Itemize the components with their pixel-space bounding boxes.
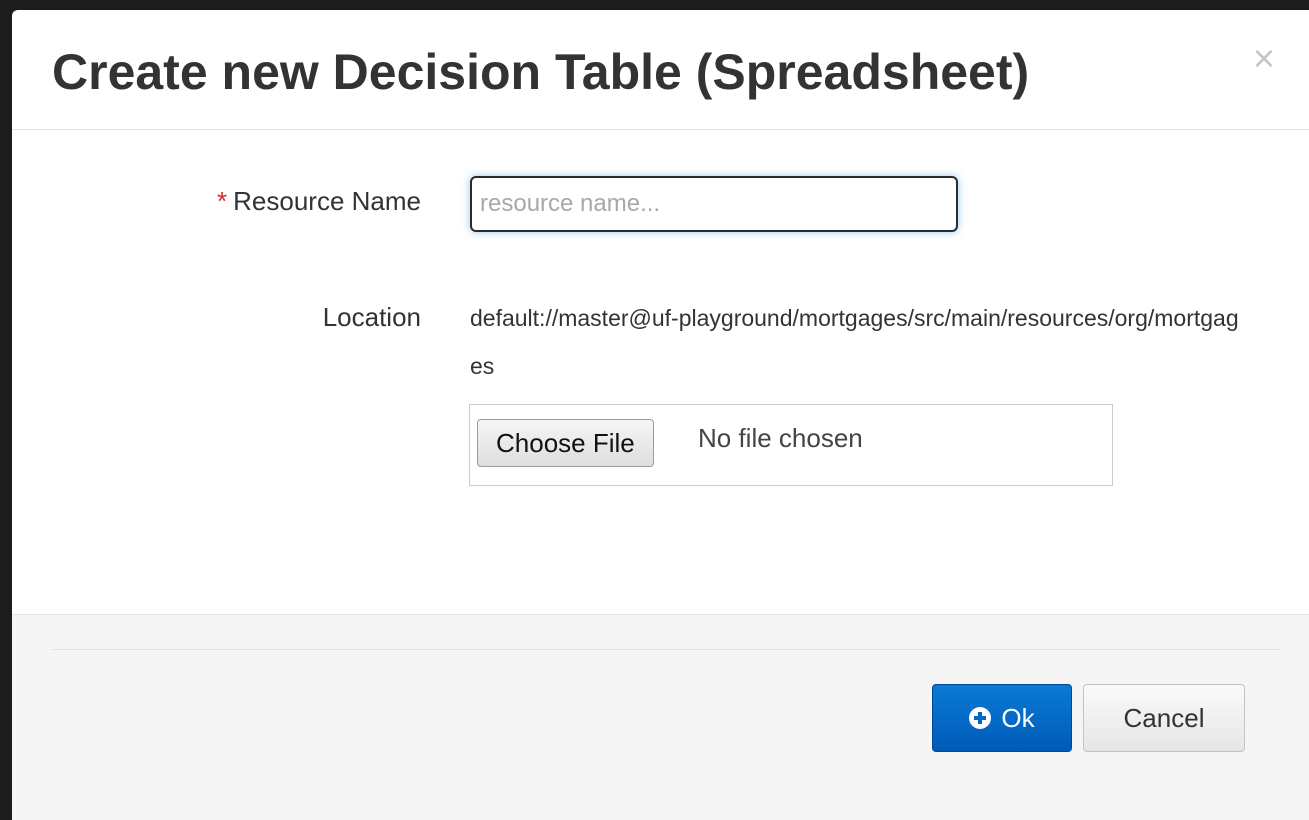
required-marker: * xyxy=(217,186,228,216)
location-label: Location xyxy=(322,302,421,332)
dialog-footer: Ok Cancel xyxy=(12,614,1309,820)
ok-button[interactable]: Ok xyxy=(932,684,1072,752)
choose-file-button[interactable]: Choose File xyxy=(477,419,654,467)
cancel-button[interactable]: Cancel xyxy=(1083,684,1245,752)
background-overlay-edge xyxy=(0,0,12,820)
file-status-text: No file chosen xyxy=(698,423,863,453)
footer-divider xyxy=(52,649,1280,650)
file-upload-field: Choose File No file chosen xyxy=(469,404,1113,486)
dialog-body: *Resource Name Location default://master… xyxy=(12,130,1309,614)
plus-circle-icon xyxy=(969,707,992,729)
location-value: default://master@uf-playground/mortgages… xyxy=(470,305,1239,379)
background-overlay-top xyxy=(0,0,1309,10)
close-icon[interactable]: × xyxy=(1248,44,1280,76)
create-decision-table-dialog: Create new Decision Table (Spreadsheet) … xyxy=(12,10,1309,820)
resource-name-input[interactable] xyxy=(470,176,958,232)
resource-name-label-text: Resource Name xyxy=(233,186,421,216)
resource-name-label: * Resource Name xyxy=(217,186,421,217)
dialog-title: Create new Decision Table (Spreadsheet) xyxy=(52,44,1030,100)
dialog-header: Create new Decision Table (Spreadsheet) … xyxy=(12,10,1309,130)
ok-button-label: Ok xyxy=(1001,702,1035,733)
